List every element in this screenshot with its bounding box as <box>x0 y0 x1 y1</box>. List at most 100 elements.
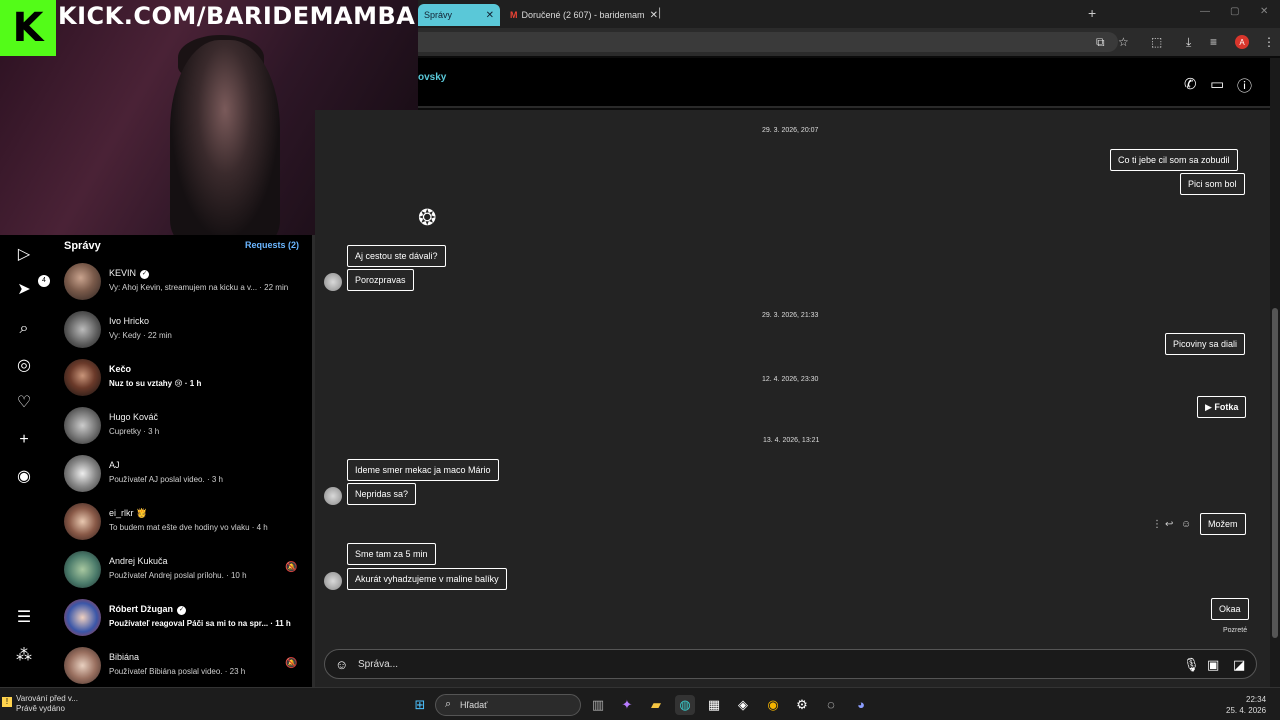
requests-link[interactable]: Requests (2) <box>245 240 299 250</box>
meta-icon[interactable]: ⁂ <box>14 646 34 666</box>
reading-list-icon[interactable]: ≡ <box>1210 35 1217 49</box>
chrome-icon[interactable]: ◉ <box>763 695 783 715</box>
obs-icon[interactable]: ◌ <box>821 695 841 715</box>
more-options-icon[interactable]: ⋮ <box>1152 519 1162 530</box>
explore-icon[interactable]: ◎ <box>14 356 34 376</box>
seen-status: Pozreté <box>1223 627 1248 634</box>
task-view-icon[interactable]: ▥ <box>588 695 608 715</box>
kick-banner: KICK.COM/BARIDEMAMBA <box>58 2 416 30</box>
conversation-item[interactable]: Róbert Džugan ✓ Používateľ reagoval Páči … <box>64 597 304 637</box>
profile-avatar[interactable]: A <box>1235 35 1249 49</box>
close-icon[interactable]: ✕ <box>650 10 658 21</box>
image-icon[interactable]: ▣ <box>1207 657 1219 673</box>
notification-widget[interactable]: Varování před v... Právě vydáno <box>16 694 78 714</box>
profile-icon[interactable]: ◉ <box>14 467 34 487</box>
clock-time: 22:34 <box>1246 695 1267 704</box>
date-divider: 13. 4. 2026, 13:21 <box>763 437 820 444</box>
more-menu-icon[interactable]: ⋮ <box>1263 35 1275 49</box>
install-app-icon[interactable]: ⧉ <box>1096 35 1105 50</box>
chat-scrollbar[interactable] <box>1270 58 1280 687</box>
message-sent[interactable]: Možem <box>1200 513 1246 535</box>
message-received[interactable]: Sme tam za 5 min <box>347 543 436 565</box>
conversation-item[interactable]: ei_rlkr 🫅 To budem mat ešte dve hodiny v… <box>64 501 304 541</box>
sticker-icon: ❂ <box>418 205 437 230</box>
message-received[interactable]: Akurát vyhadzujeme v maline balíky <box>347 568 507 590</box>
message-sent[interactable]: Picoviny sa diali <box>1165 333 1246 355</box>
conversation-item[interactable]: Bibiána Používateľ Bibiána poslal video.… <box>64 645 304 685</box>
message-sent[interactable]: Pici som bol <box>1180 173 1245 195</box>
avatar <box>64 551 101 588</box>
conversation-preview: Nuz to su vztahy 😢 · 1 h <box>109 379 202 388</box>
emoji-icon[interactable]: ☺ <box>335 657 348 672</box>
search-icon[interactable]: ⌕ <box>14 319 34 339</box>
message-sent[interactable]: Okaa <box>1211 598 1249 620</box>
muted-bell-icon: 🔕 <box>285 658 298 669</box>
gmail-icon: M <box>510 10 518 20</box>
bookmark-star-icon[interactable]: ☆ <box>1118 35 1129 49</box>
system-clock[interactable]: 22:34 25. 4. 2026 <box>1226 694 1266 716</box>
tab-label: Doručené (2 607) - baridemam <box>521 10 645 20</box>
message-received[interactable]: Nepridas sa? <box>347 483 417 505</box>
conversation-item[interactable]: Kečo Nuz to su vztahy 😢 · 1 h <box>64 357 304 397</box>
taskbar-search[interactable]: ⌕ Hľadať <box>435 694 581 716</box>
minimize-icon[interactable]: — <box>1200 6 1210 17</box>
message-placeholder: Správa... <box>358 659 399 670</box>
tab-separator: | <box>658 5 662 19</box>
new-tab-button[interactable]: + <box>1088 5 1096 21</box>
contact-avatar <box>324 487 342 505</box>
copilot-icon[interactable]: ✦ <box>617 695 637 715</box>
message-input[interactable]: ☺ Správa... 🎙 ▣ ◪ <box>324 649 1257 679</box>
photo-attachment[interactable]: ▶ Fotka <box>1197 396 1247 418</box>
edge-icon[interactable]: ◍ <box>675 695 695 715</box>
conversation-item[interactable]: Andrej Kukuča Používateľ Andrej poslal p… <box>64 549 304 589</box>
plus-icon[interactable]: + <box>14 430 34 450</box>
conversation-name: Kečo <box>109 364 132 374</box>
office-icon[interactable]: ◈ <box>733 695 753 715</box>
file-explorer-icon[interactable]: ▰ <box>646 695 666 715</box>
chat-contact-name[interactable]: ovsky <box>418 72 446 83</box>
menu-icon[interactable]: ☰ <box>14 608 34 628</box>
avatar <box>64 647 101 684</box>
conversation-item[interactable]: AJ Používateľ AJ poslal video. · 3 h <box>64 453 304 493</box>
react-emoji-icon[interactable]: ☺ <box>1181 519 1191 530</box>
close-icon[interactable]: ✕ <box>486 10 494 21</box>
message-received[interactable]: Ideme smer mekac ja maco Mário <box>347 459 499 481</box>
maximize-icon[interactable]: ▢ <box>1230 6 1239 17</box>
instagram-nav: ▷ ➤ 4 ⌕ ◎ ♡ + ◉ ☰ ⁂ <box>0 235 50 687</box>
reels-icon[interactable]: ▷ <box>14 245 34 265</box>
download-icon[interactable]: ⤓ <box>1186 35 1191 50</box>
message-received[interactable]: Aj cestou ste dávali? <box>347 245 446 267</box>
conversation-item[interactable]: Ivo Hricko Vy: Kedy · 22 min <box>64 309 304 349</box>
video-call-icon[interactable]: ▭ <box>1210 75 1224 93</box>
message-received[interactable]: Porozpravas <box>347 269 414 291</box>
extensions-icon[interactable]: ⬚ <box>1151 35 1162 49</box>
conversation-preview: Používateľ AJ poslal video. · 3 h <box>109 475 223 484</box>
conversation-item[interactable]: KEVIN ✓ Vy: Ahoj Kevin, streamujem na kic… <box>64 261 304 301</box>
reply-icon[interactable]: ↩ <box>1165 519 1173 530</box>
conversation-name: Ivo Hricko <box>109 316 150 326</box>
messenger-icon[interactable]: ➤ 4 <box>14 275 50 300</box>
window-close-icon[interactable]: ✕ <box>1260 6 1268 17</box>
sticker-picker-icon[interactable]: ◪ <box>1233 657 1245 673</box>
discord-icon[interactable]: ◕ <box>851 695 871 715</box>
taskbar-search-label: Hľadať <box>460 700 488 710</box>
address-bar: ⧉ ☆ ⬚ ⤓ ≡ A ⋮ <box>418 28 1280 56</box>
start-icon[interactable]: ⊞ <box>410 695 430 715</box>
heart-icon[interactable]: ♡ <box>14 393 34 413</box>
info-icon[interactable]: ⓘ <box>1237 75 1252 96</box>
phone-icon[interactable]: ✆ <box>1184 75 1197 93</box>
conversation-item[interactable]: Hugo Kováč Cupretky · 3 h <box>64 405 304 445</box>
scrollbar-thumb[interactable] <box>1272 308 1278 638</box>
conversation-preview: Používateľ Andrej poslal prílohu. · 10 h <box>109 571 247 580</box>
message-sent[interactable]: Co ti jebe cil som sa zobudil <box>1110 149 1238 171</box>
kick-logo: K <box>0 0 56 56</box>
conversation-name: KEVIN ✓ <box>109 268 150 279</box>
steam-icon[interactable]: ⚙ <box>792 695 812 715</box>
tab-gmail[interactable]: M Doručené (2 607) - baridemam ✕ <box>504 4 664 26</box>
url-field[interactable] <box>418 32 1118 52</box>
warning-icon: ! <box>2 697 12 707</box>
tab-spravy[interactable]: Správy ✕ <box>418 4 500 26</box>
microphone-icon[interactable]: 🎙 <box>1183 657 1200 673</box>
store-icon[interactable]: ▦ <box>704 695 724 715</box>
date-divider: 12. 4. 2026, 23:30 <box>762 376 819 383</box>
